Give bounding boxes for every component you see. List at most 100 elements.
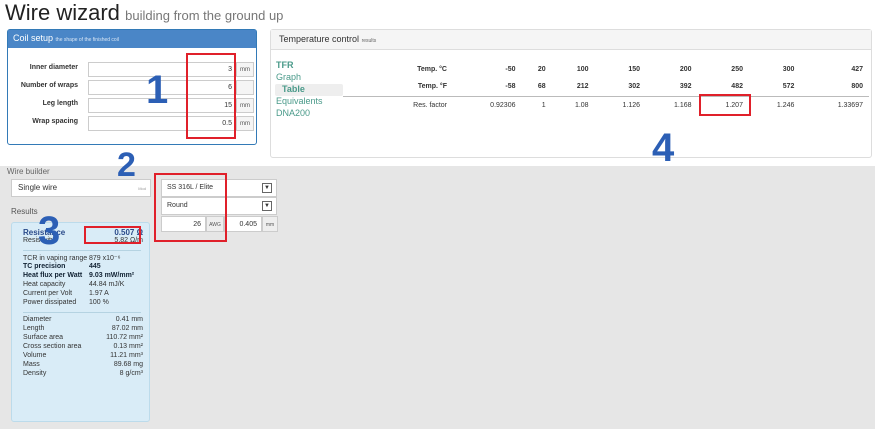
menu-equivalents[interactable]: Equivalents: [275, 96, 343, 108]
table-cell: -50: [505, 65, 516, 73]
table-cell: 0.92306: [490, 101, 516, 109]
temperature-control-panel: Temperature control results TFR Graph Ta…: [270, 29, 872, 158]
menu-graph[interactable]: Graph: [275, 72, 343, 84]
current-label: Current per Volt: [23, 290, 73, 297]
table-cell: 100: [576, 65, 589, 73]
wire-type-value: Single wire: [18, 183, 58, 192]
mass-value: 89.68 mg: [113, 361, 143, 368]
wrap-spacing-label: Wrap spacing: [32, 118, 78, 125]
tcr-label: TCR in vaping range: [23, 255, 88, 262]
result-current-per-volt: Current per Volt 1.97 A: [23, 290, 149, 299]
table-cell: 572: [748, 78, 801, 97]
result-cross-section: Cross section area 0.13 mm²: [23, 343, 149, 352]
highlight-box-coil-values: [186, 53, 236, 139]
wire-builder-section: Wire builder Single wire Mod Results SS …: [0, 166, 875, 429]
table-cell: 200: [679, 65, 692, 73]
diameter-unit: mm: [262, 216, 278, 232]
table-cell: 302: [594, 78, 647, 97]
table-cell: 20: [537, 65, 546, 73]
surface-area-value: 110.72 mm²: [106, 334, 143, 341]
surface-area-label: Surface area: [23, 334, 64, 341]
results-title: Results: [11, 207, 38, 216]
result-length: Length 87.02 mm: [23, 325, 149, 334]
power-value: 100 %: [89, 299, 109, 306]
length-value: 87.02 mm: [111, 325, 143, 332]
cross-section-value: 0.13 mm²: [113, 343, 143, 350]
table-row-label: Temp. °F: [343, 78, 453, 97]
app-subtitle: building from the ground up: [125, 8, 284, 23]
mass-label: Mass: [23, 361, 40, 368]
temperature-control-subtitle: results: [361, 38, 377, 44]
table-cell: 1.08: [574, 101, 589, 109]
tcr-value: 879 x10⁻⁶: [89, 255, 121, 262]
highlight-box-res-factor: [699, 94, 751, 116]
leg-length-label: Leg length: [42, 100, 78, 107]
current-value: 1.97 A: [89, 290, 109, 297]
table-row: Res. factor 0.92306 1 1.08 1.126 1.168 1…: [343, 96, 869, 114]
coil-setup-header: Coil setup the shape of the finished coi…: [8, 30, 256, 48]
chevron-down-icon[interactable]: ▼: [262, 201, 272, 211]
result-surface-area: Surface area 110.72 mm²: [23, 334, 149, 343]
result-heat-flux: Heat flux per Watt 9.03 mW/mm²: [23, 272, 149, 281]
leg-length-unit: mm: [236, 98, 254, 113]
diameter-input[interactable]: 0.405: [224, 216, 262, 232]
highlight-box-resistance: [84, 226, 141, 244]
table-cell: 212: [551, 78, 595, 97]
table-cell: 250: [731, 65, 743, 73]
result-density: Density 8 g/cm³: [23, 370, 149, 379]
table-row-label: Res. factor: [413, 101, 447, 109]
table-cell: 1.168: [673, 101, 692, 109]
power-label: Power dissipated: [23, 299, 77, 306]
diameter-label: Diameter: [23, 316, 52, 323]
table-cell: 392: [646, 78, 698, 97]
wraps-label: Number of wraps: [20, 82, 78, 89]
table-cell: 1.246: [776, 101, 795, 109]
density-label: Density: [23, 370, 47, 377]
page-title: Wire wizard building from the ground up: [5, 0, 284, 25]
annotation-number-4: 4: [652, 126, 675, 170]
divider: [23, 308, 141, 313]
table-row-label: Temp. °C: [417, 65, 447, 73]
tc-precision-value: 445: [89, 263, 101, 270]
inner-diameter-unit: mm: [236, 62, 254, 77]
table-cell: 150: [628, 65, 641, 73]
volume-value: 11.21 mm³: [110, 352, 143, 359]
heat-flux-value: 9.03 mW/mm²: [89, 272, 135, 279]
diameter-value: 0.41 mm: [115, 316, 143, 323]
table-cell: 1: [541, 101, 546, 109]
result-tc-precision: TC precision 445: [23, 263, 149, 272]
coil-setup-title: Coil setup: [13, 33, 54, 43]
result-power-dissipated: Power dissipated 100 %: [23, 299, 149, 308]
table-cell: 68: [521, 78, 552, 97]
tc-precision-label: TC precision: [23, 263, 66, 270]
wire-type-tag: Mod: [138, 186, 146, 191]
table-cell: 300: [782, 65, 795, 73]
result-mass: Mass 89.68 mg: [23, 361, 149, 370]
table-cell: 427: [851, 65, 863, 73]
menu-dna200[interactable]: DNA200: [275, 108, 343, 120]
inner-diameter-label: Inner diameter: [29, 64, 78, 71]
chevron-down-icon[interactable]: ▼: [262, 183, 272, 193]
results-panel: Resistance 0.507 Ω Resistivity 5.82 Ω/m TC…: [11, 222, 150, 422]
table-cell: 1.33697: [837, 101, 863, 109]
temperature-control-title: Temperature control: [279, 34, 360, 44]
result-tcr: TCR in vaping range 879 x10⁻⁶: [23, 254, 149, 263]
result-volume: Volume 11.21 mm³: [23, 352, 149, 361]
annotation-number-3: 3: [38, 209, 61, 253]
annotation-number-1: 1: [146, 68, 169, 112]
temperature-control-header: Temperature control results: [271, 30, 871, 50]
length-label: Length: [23, 325, 45, 332]
table-cell: -58: [453, 78, 522, 97]
menu-table[interactable]: Table: [275, 84, 343, 96]
heat-flux-label: Heat flux per Watt: [23, 272, 83, 279]
annotation-number-2: 2: [117, 146, 136, 184]
heat-capacity-value: 44.84 mJ/K: [89, 281, 125, 288]
temperature-menu: TFR Graph Table Equivalents DNA200: [275, 60, 343, 120]
wraps-unit: [236, 80, 254, 95]
volume-label: Volume: [23, 352, 47, 359]
table-cell: 800: [800, 78, 869, 97]
highlight-box-material: [154, 173, 227, 242]
menu-tfr[interactable]: TFR: [275, 60, 343, 72]
heat-capacity-label: Heat capacity: [23, 281, 66, 288]
cross-section-label: Cross section area: [23, 343, 82, 350]
